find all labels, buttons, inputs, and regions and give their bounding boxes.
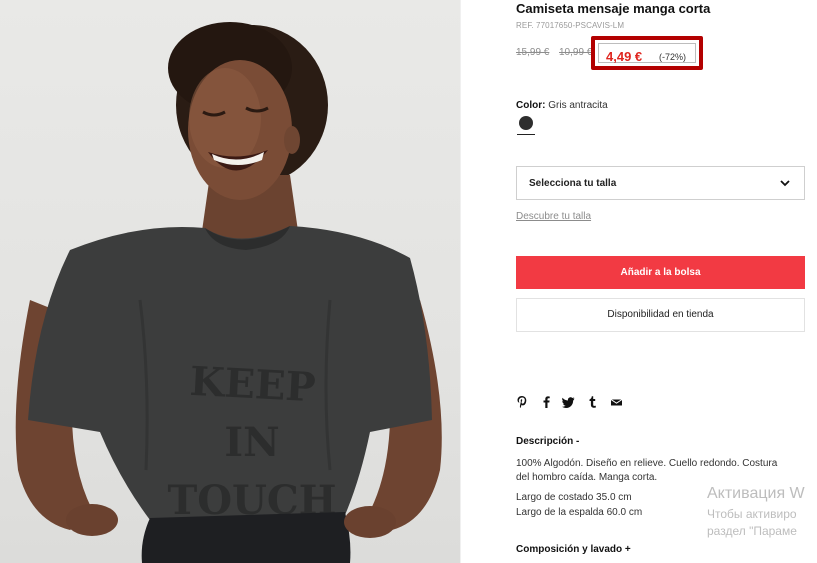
- sale-price: 4,49 €: [606, 49, 643, 64]
- shirt-print-line-2: IN: [224, 419, 279, 466]
- color-label-key: Color:: [516, 100, 546, 111]
- column-divider: [460, 0, 461, 563]
- store-availability-button[interactable]: Disponibilidad en tienda: [516, 298, 805, 332]
- pinterest-icon[interactable]: [516, 395, 528, 409]
- size-select[interactable]: Selecciona tu talla: [516, 166, 805, 200]
- previous-price: 10,99 €: [559, 47, 593, 58]
- composition-heading[interactable]: Composición y lavado +: [516, 544, 631, 555]
- measurement-back-length: Largo de la espalda 60.0 cm: [516, 507, 643, 518]
- tumblr-icon[interactable]: [588, 395, 600, 409]
- sale-price-highlight: 4,49 € (-72%): [591, 36, 703, 70]
- model-photo: KEEP IN TOUCH: [15, 22, 442, 563]
- shirt-print-line-1: KEEP: [189, 358, 317, 412]
- product-title: Camiseta mensaje manga corta: [516, 1, 711, 16]
- description-text-line-2: del hombro caída. Manga corta.: [516, 472, 658, 483]
- facebook-icon[interactable]: [541, 395, 553, 409]
- windows-activation-watermark: Активация W Чтобы активиро раздел "Парам…: [707, 485, 817, 538]
- product-reference: REF. 77017650-PSCAVIS-LM: [516, 21, 625, 30]
- activation-line-2: Чтобы активиро: [707, 507, 797, 521]
- twitter-icon[interactable]: [562, 395, 575, 409]
- selected-swatch-indicator: [517, 134, 535, 135]
- add-to-bag-button[interactable]: Añadir a la bolsa: [516, 256, 805, 289]
- size-guide-link[interactable]: Descubre tu talla: [516, 211, 591, 222]
- product-image[interactable]: KEEP IN TOUCH: [0, 0, 460, 563]
- activation-line-1: Активация W: [707, 485, 805, 502]
- size-select-label: Selecciona tu talla: [529, 178, 617, 189]
- discount-badge: (-72%): [659, 52, 687, 62]
- email-icon[interactable]: [610, 395, 623, 409]
- activation-line-3: раздел "Параме: [707, 524, 797, 538]
- sale-price-box: 4,49 € (-72%): [598, 43, 696, 64]
- color-value: Gris antracita: [548, 100, 608, 111]
- original-price: 15,99 €: [516, 47, 550, 58]
- chevron-down-icon: [780, 180, 790, 187]
- color-label: Color: Gris antracita: [516, 100, 608, 111]
- description-heading[interactable]: Descripción -: [516, 436, 579, 447]
- measurement-side-length: Largo de costado 35.0 cm: [516, 492, 632, 503]
- description-text-line-1: 100% Algodón. Diseño en relieve. Cuello …: [516, 458, 778, 469]
- color-swatch-gris-antracita[interactable]: [519, 116, 533, 130]
